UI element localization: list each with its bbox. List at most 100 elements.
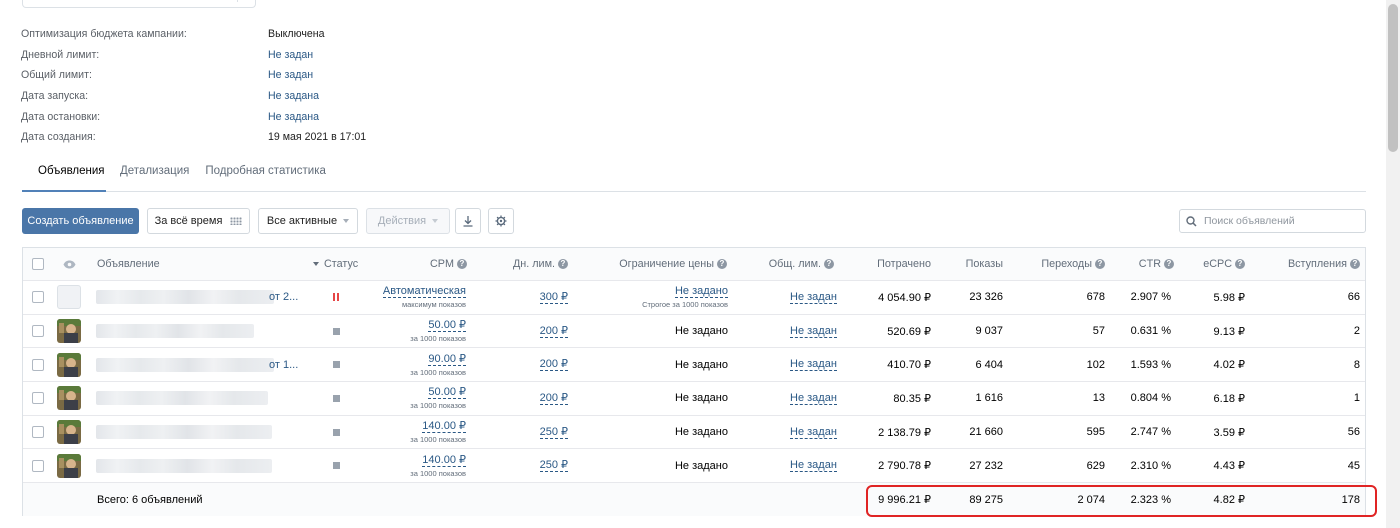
col-ad[interactable]: Объявление — [97, 248, 160, 280]
ad-name-blurred[interactable] — [96, 290, 274, 305]
download-button[interactable] — [455, 208, 481, 234]
ad-name-blurred[interactable] — [96, 324, 254, 339]
table-row[interactable]: 50.00 ₽ за 1000 показов 200 ₽ Не задано Не з… — [23, 315, 1365, 349]
info-value[interactable]: Не задан — [268, 49, 313, 61]
select-all-checkbox[interactable] — [32, 258, 44, 270]
col-cpm[interactable]: CPM? — [383, 248, 467, 280]
table-row[interactable]: от 1... 90.00 ₽ за 1000 показов 200 ₽ Не зад… — [23, 348, 1365, 383]
ad-name-cell[interactable]: от 2... — [96, 281, 298, 314]
stopped-icon[interactable] — [333, 462, 340, 470]
ctr-cell: 0.631 % — [1130, 325, 1171, 338]
col-impressions[interactable]: Показы — [943, 248, 1003, 280]
info-value[interactable]: Не задана — [268, 111, 319, 123]
stopped-icon[interactable] — [333, 327, 340, 335]
ad-name-cell[interactable] — [96, 382, 268, 415]
cpm-value[interactable]: 50.00 ₽ — [428, 386, 466, 400]
spent-cell: 80.35 ₽ — [893, 392, 931, 405]
ad-name-cell[interactable] — [96, 315, 254, 348]
help-icon[interactable]: ? — [558, 259, 568, 269]
period-button[interactable]: За всё время — [147, 208, 250, 234]
paused-icon[interactable] — [333, 293, 339, 302]
stopped-icon[interactable] — [333, 428, 340, 436]
row-checkbox[interactable] — [32, 392, 44, 405]
price-limit-value: Не задано — [674, 459, 728, 472]
table-row[interactable]: 140.00 ₽ за 1000 показов 250 ₽ Не задано Не … — [23, 450, 1365, 484]
col-joins[interactable]: Вступления? — [1263, 248, 1360, 280]
help-icon[interactable]: ? — [1235, 259, 1245, 269]
row-checkbox[interactable] — [32, 426, 44, 439]
status-filter-dropdown[interactable]: Все активные — [258, 208, 358, 234]
ad-name-suffix[interactable]: от 1... — [269, 359, 298, 371]
total-label: Всего: 6 объявлений — [97, 493, 203, 506]
row-checkbox[interactable] — [32, 459, 44, 472]
daily-limit-value[interactable]: 300 ₽ — [539, 291, 568, 304]
search-input[interactable] — [1204, 215, 1354, 227]
help-icon[interactable]: ? — [717, 259, 727, 269]
help-icon[interactable]: ? — [824, 259, 834, 269]
daily-limit-value[interactable]: 250 ₽ — [539, 459, 568, 473]
daily-limit-value[interactable]: 200 ₽ — [539, 358, 568, 372]
actions-dropdown[interactable]: Действия — [366, 208, 450, 234]
scrollbar-thumb[interactable] — [1388, 4, 1398, 152]
daily-limit-value[interactable]: 250 ₽ — [539, 426, 568, 439]
page-scrollbar[interactable] — [1386, 0, 1400, 528]
total-limit-value[interactable]: Не задан — [790, 358, 837, 372]
info-value[interactable]: Не задан — [268, 69, 313, 81]
tab-details[interactable]: Детализация — [112, 154, 197, 192]
total-limit-value[interactable]: Не задан — [790, 459, 837, 473]
eye-icon[interactable] — [63, 260, 76, 269]
total-limit-value[interactable]: Не задан — [790, 325, 837, 338]
col-ctr[interactable]: CTR? — [1113, 248, 1174, 280]
tab-detailed-stats[interactable]: Подробная статистика — [197, 154, 334, 192]
table-row[interactable]: 140.00 ₽ за 1000 показов 250 ₽ Не задано Не … — [23, 416, 1365, 450]
cpm-value[interactable]: 50.00 ₽ — [428, 319, 466, 333]
top-dropdown-caret-box — [237, 0, 251, 2]
create-ad-button[interactable]: Создать объявление — [22, 208, 139, 234]
stopped-icon[interactable] — [333, 394, 340, 402]
ad-name-blurred[interactable] — [96, 357, 274, 372]
cpm-value[interactable]: Автоматическая — [382, 285, 466, 299]
daily-limit-value[interactable]: 200 ₽ — [539, 325, 568, 338]
col-price-limit[interactable]: Ограничение цены? — [583, 248, 727, 280]
total-limit-cell: Не задан — [790, 416, 837, 449]
row-checkbox[interactable] — [32, 325, 44, 338]
stopped-icon[interactable] — [333, 361, 340, 369]
search-box[interactable] — [1179, 209, 1366, 233]
col-status[interactable]: Статус — [313, 248, 358, 280]
help-icon[interactable]: ? — [1350, 259, 1360, 269]
table-row[interactable]: от 2... Автоматическая максимум показов 300… — [23, 281, 1365, 315]
cpm-value[interactable]: 140.00 ₽ — [422, 420, 466, 434]
help-icon[interactable]: ? — [457, 259, 467, 269]
total-limit-value[interactable]: Не задан — [790, 291, 837, 304]
ad-name-suffix[interactable]: от 2... — [269, 291, 298, 303]
cpm-sub: за 1000 показов — [410, 401, 466, 411]
status-cell — [333, 281, 339, 314]
info-value[interactable]: Не задана — [268, 90, 319, 102]
total-limit-value[interactable]: Не задан — [790, 426, 837, 439]
ad-name-blurred[interactable] — [96, 425, 272, 440]
help-icon[interactable]: ? — [1164, 259, 1174, 269]
daily-limit-value[interactable]: 200 ₽ — [539, 392, 568, 405]
col-clicks[interactable]: Переходы? — [1013, 248, 1105, 280]
col-spent[interactable]: Потрачено — [843, 248, 931, 280]
ad-name-blurred[interactable] — [96, 391, 268, 406]
col-daily-limit[interactable]: Дн. лим.? — [493, 248, 568, 280]
daily-limit-cell: 200 ₽ — [493, 315, 568, 348]
table-row[interactable]: 50.00 ₽ за 1000 показов 200 ₽ Не задано Не з… — [23, 382, 1365, 416]
col-ecpc[interactable]: eCPC? — [1183, 248, 1245, 280]
ad-name-cell[interactable] — [96, 450, 272, 483]
total-limit-value[interactable]: Не задан — [790, 392, 837, 405]
settings-button[interactable] — [488, 208, 514, 234]
col-total-limit[interactable]: Общ. лим.? — [743, 248, 834, 280]
ad-name-cell[interactable]: от 1... — [96, 348, 298, 381]
cpm-value[interactable]: 140.00 ₽ — [422, 454, 466, 467]
cpm-value[interactable]: 90.00 ₽ — [428, 353, 466, 366]
help-icon[interactable]: ? — [1095, 259, 1105, 269]
cpm-cell: 50.00 ₽ за 1000 показов — [363, 315, 466, 348]
ad-name-cell[interactable] — [96, 416, 272, 449]
row-checkbox[interactable] — [32, 291, 44, 304]
price-limit-value[interactable]: Не задано — [674, 285, 728, 299]
row-checkbox[interactable] — [32, 358, 44, 371]
tab-ads[interactable]: Объявления — [22, 154, 106, 192]
ad-name-blurred[interactable] — [96, 458, 272, 473]
